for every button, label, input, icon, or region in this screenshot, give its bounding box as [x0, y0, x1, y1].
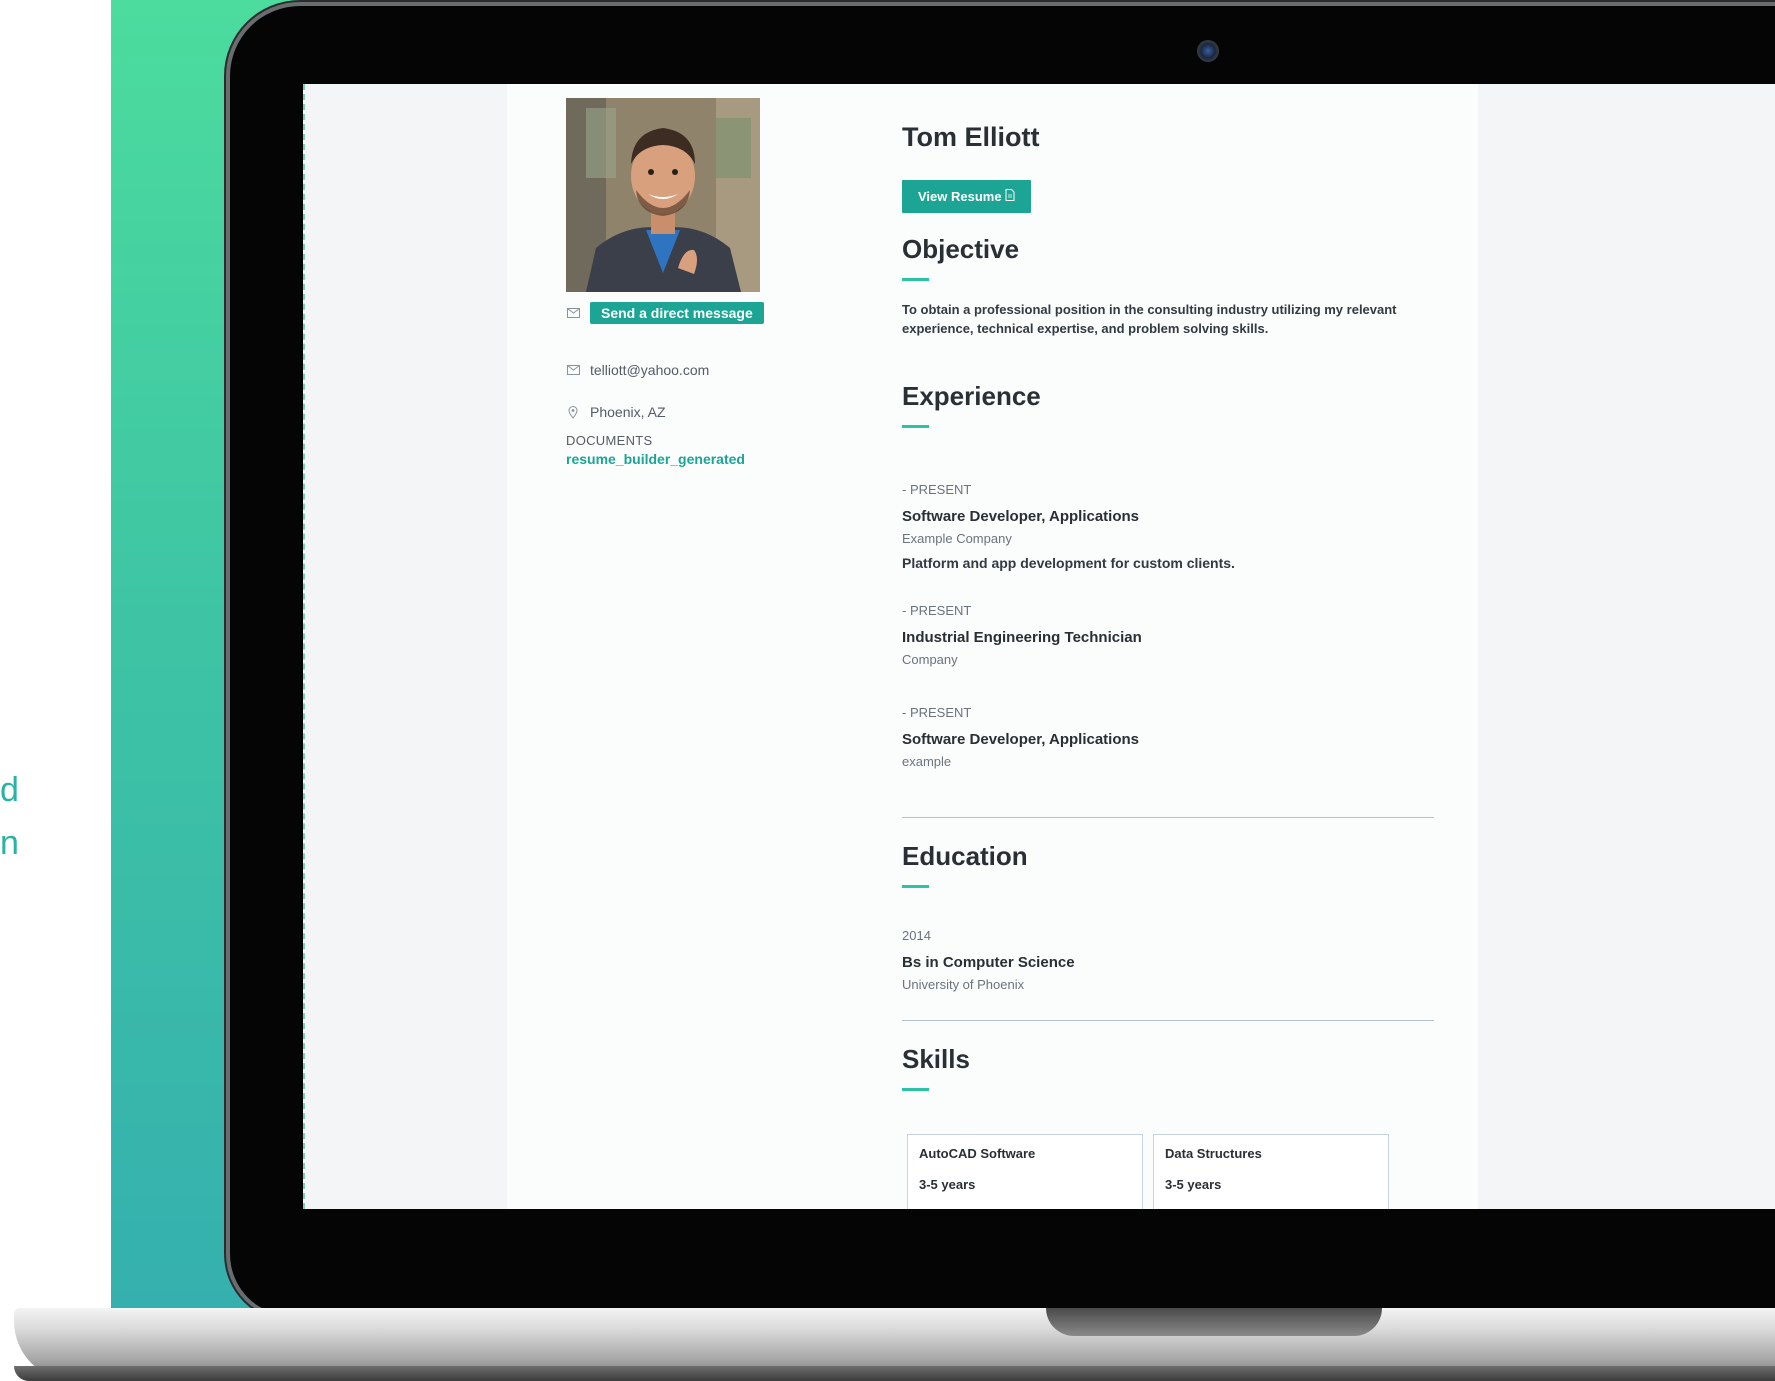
skill-name: AutoCAD Software [919, 1146, 1036, 1161]
document-icon [1005, 189, 1015, 204]
skill-card: Data Structures 3-5 years [1153, 1134, 1389, 1209]
documents-label: DOCUMENTS [566, 433, 653, 448]
job-period: - PRESENT [902, 603, 972, 618]
document-link[interactable]: resume_builder_generated [566, 451, 745, 467]
job-company: Company [902, 652, 958, 667]
profile-photo-illustration [566, 98, 760, 292]
send-message-button[interactable]: Send a direct message [590, 302, 764, 324]
objective-title: Objective [902, 234, 1020, 264]
envelope-icon [566, 363, 580, 377]
map-pin-icon [566, 405, 580, 419]
job-period: - PRESENT [902, 705, 972, 720]
job-title: Industrial Engineering Technician [902, 629, 1142, 646]
education-underline [902, 885, 929, 888]
email-row: telliott@yahoo.com [566, 362, 709, 378]
side-text-fragment: d [0, 773, 19, 807]
laptop-screen: Send a direct message telliott@yahoo.com… [303, 84, 1775, 1209]
objective-underline [902, 278, 929, 281]
job-description: Platform and app development for custom … [902, 555, 1235, 571]
education-title: Education [902, 841, 1028, 871]
email-text[interactable]: telliott@yahoo.com [590, 362, 709, 378]
location-text: Phoenix, AZ [590, 404, 666, 420]
view-resume-label: View Resume [918, 189, 1002, 204]
education-degree: Bs in Computer Science [902, 954, 1075, 971]
skills-title: Skills [902, 1044, 970, 1074]
experience-title: Experience [902, 381, 1041, 411]
profile-photo [566, 98, 760, 292]
objective-text: To obtain a professional position in the… [902, 302, 1397, 336]
section-divider [902, 1020, 1434, 1021]
profile-name: Tom Elliott [902, 122, 1040, 152]
job-period: - PRESENT [902, 482, 972, 497]
envelope-icon [566, 306, 580, 320]
send-message-row: Send a direct message [566, 302, 764, 324]
skill-years: 3-5 years [1165, 1177, 1222, 1192]
education-year: 2014 [902, 928, 931, 943]
skill-years: 3-5 years [919, 1177, 976, 1192]
view-resume-button[interactable]: View Resume [902, 180, 1031, 213]
marketing-stage: d n Send a direct message telliott@yahoo… [0, 0, 1775, 1381]
experience-underline [902, 425, 929, 428]
skills-underline [902, 1088, 929, 1091]
section-divider [902, 817, 1434, 818]
laptop-base-edge [14, 1366, 1775, 1381]
side-text-fragment: n [0, 826, 19, 860]
job-title: Software Developer, Applications [902, 508, 1140, 525]
job-company: example [902, 754, 952, 769]
location-row: Phoenix, AZ [566, 404, 666, 420]
laptop-hinge-notch [1046, 1308, 1382, 1336]
education-school: University of Phoenix [902, 977, 1025, 992]
skill-name: Data Structures [1165, 1146, 1262, 1161]
webcam-icon [1197, 40, 1219, 62]
skill-card: AutoCAD Software 3-5 years [907, 1134, 1143, 1209]
profile-page: Send a direct message telliott@yahoo.com… [507, 84, 1478, 1209]
job-title: Software Developer, Applications [902, 731, 1140, 748]
job-company: Example Company [902, 531, 1012, 546]
